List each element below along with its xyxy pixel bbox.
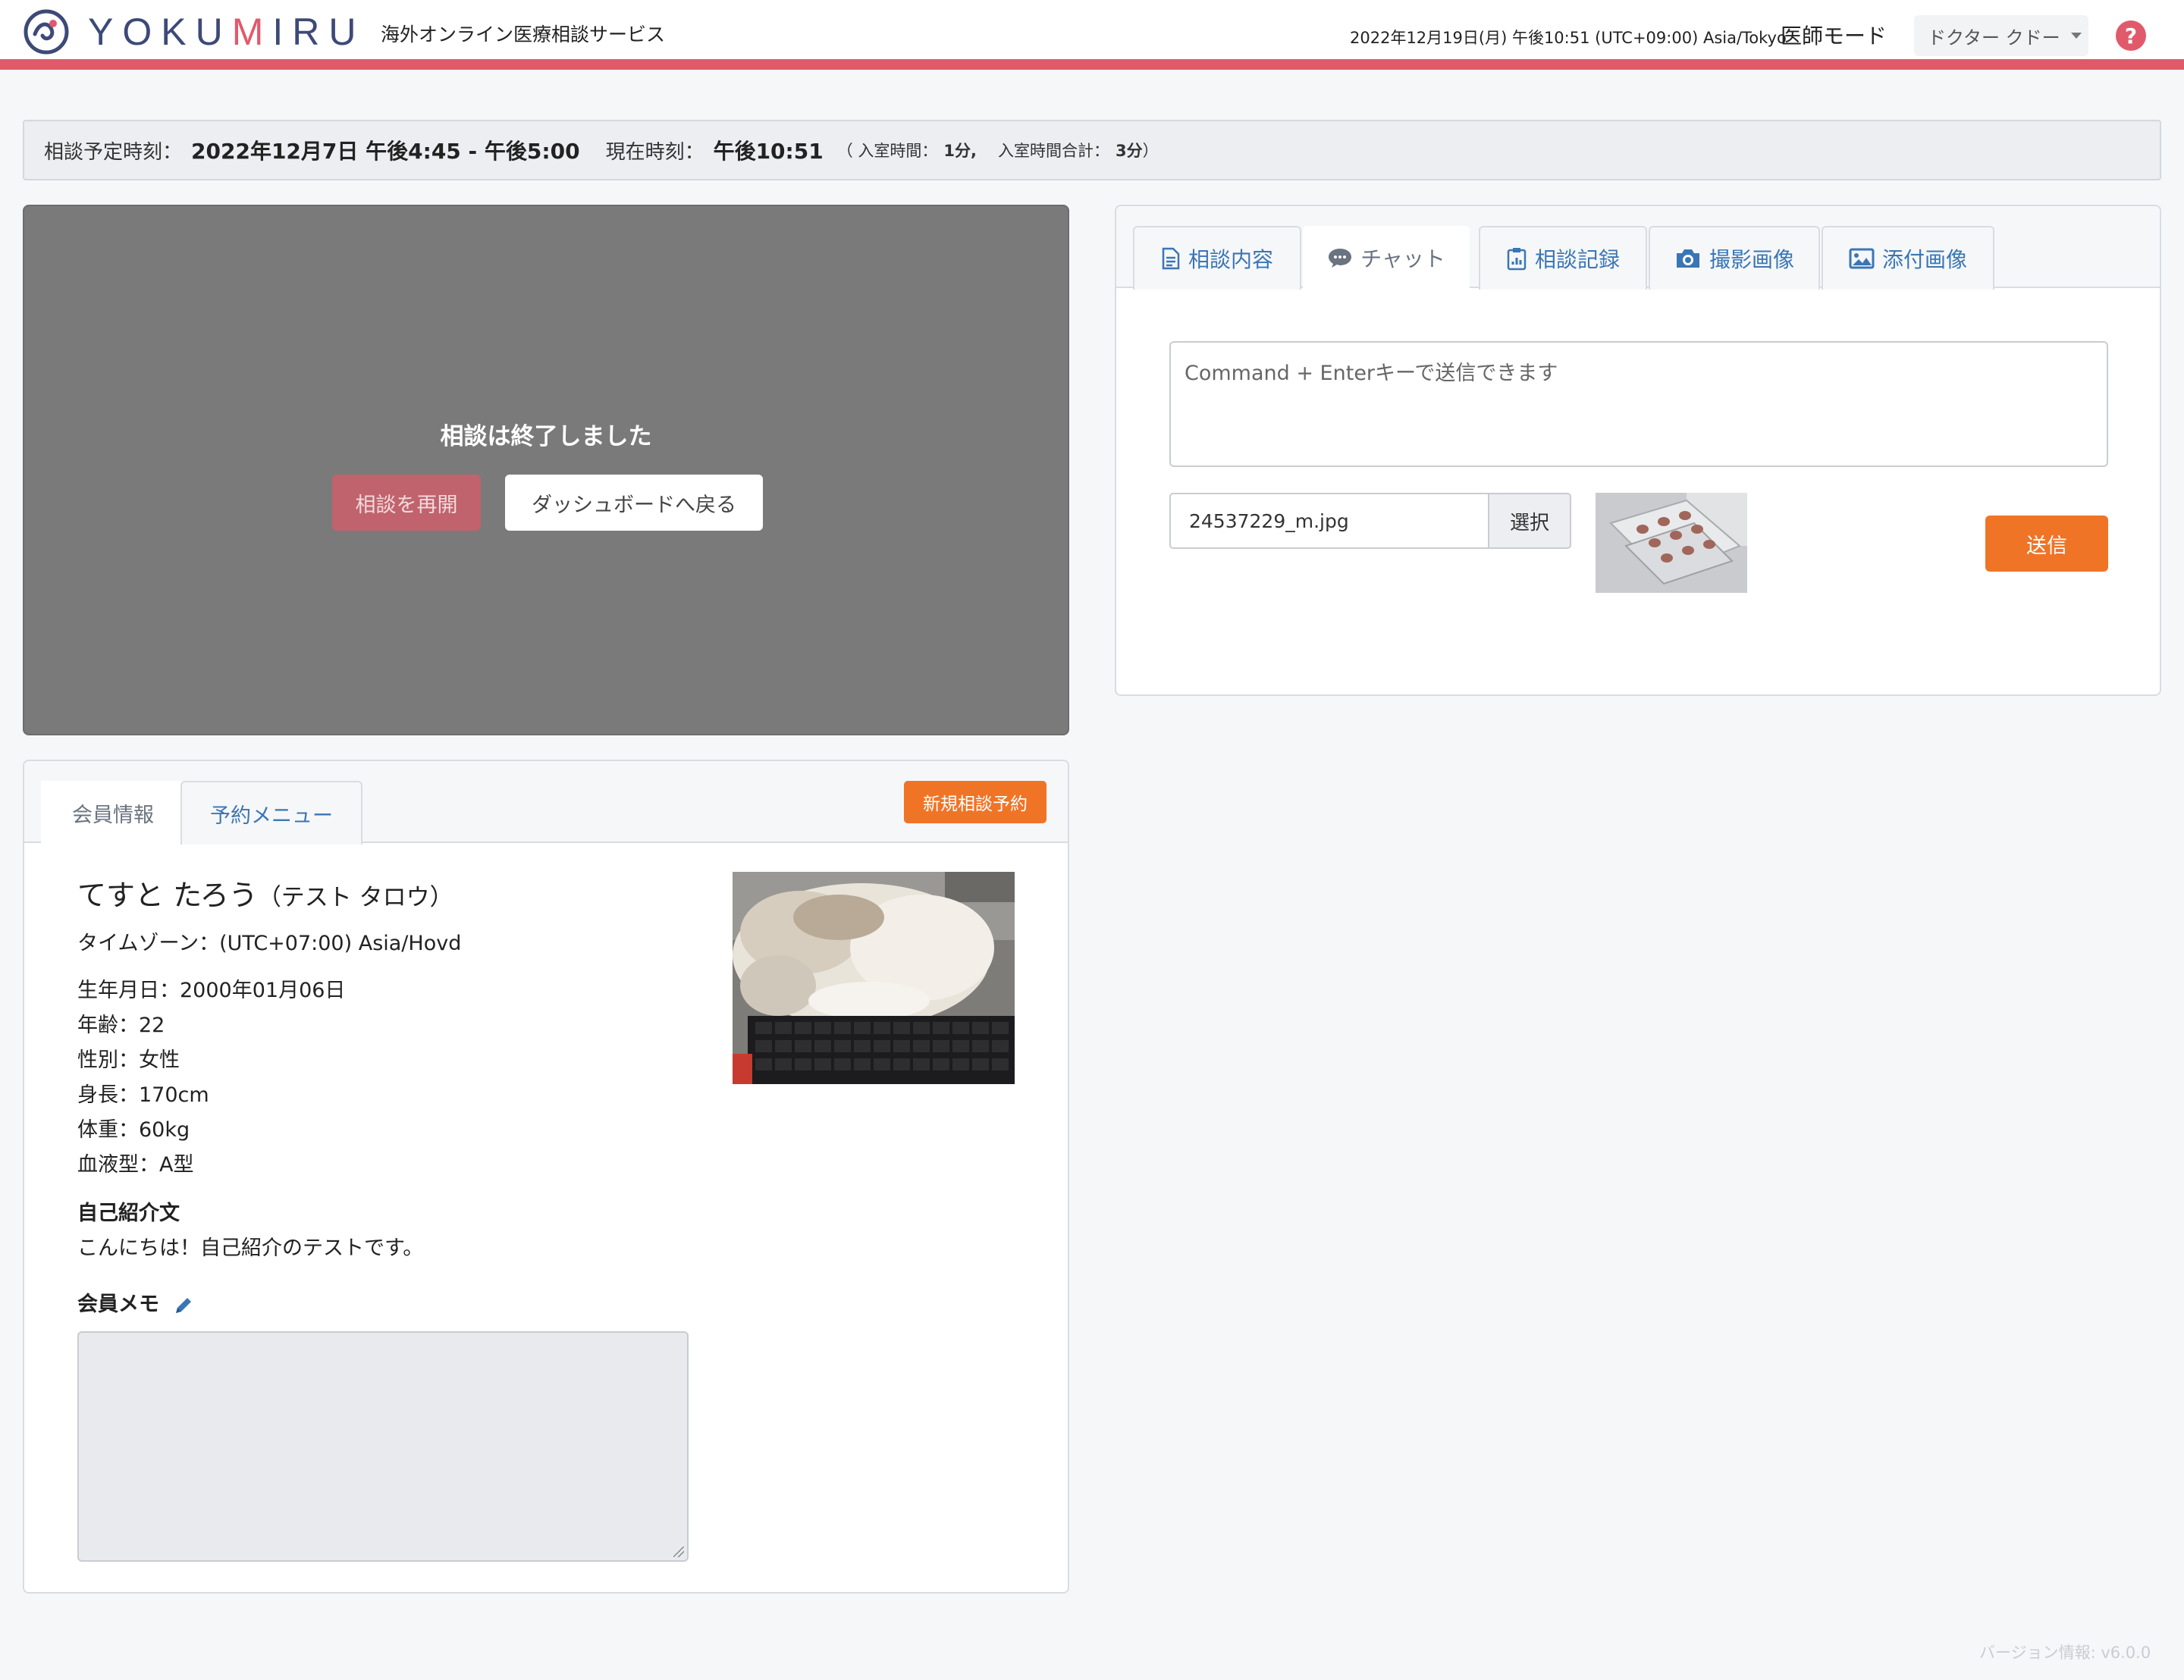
help-icon[interactable]: ? [2116,20,2146,51]
tab-member-info[interactable]: 会員情報 [41,781,185,845]
cat-photo-image [733,872,1015,1084]
close-paren: ） [1142,142,1159,160]
tab-label: チャット [1360,246,1445,271]
file-select-button[interactable]: 選択 [1488,493,1571,549]
tab-consultation-content[interactable]: 相談内容 [1133,226,1301,290]
user-menu-dropdown[interactable]: ドクター クドー [1914,15,2088,56]
logo-mark-icon [24,9,69,55]
member-age: 年齢：22 [77,1014,165,1037]
mode-label: 医師モード [1781,24,1887,49]
member-weight: 体重：60kg [77,1118,190,1142]
member-tabs: 会員情報 予約メニュー 新規相談予約 [24,761,1068,845]
scheduled-time-label: 相談予定時刻： [44,140,183,164]
back-to-dashboard-button[interactable]: ダッシュボードへ戻る [505,475,763,531]
camera-icon [1676,249,1699,268]
current-time-label: 現在時刻： [605,140,704,164]
chat-bubble-icon [1329,249,1352,268]
resume-consultation-button[interactable]: 相談を再開 [332,475,481,531]
new-booking-button[interactable]: 新規相談予約 [904,781,1046,823]
pill-pack-image [1596,493,1747,593]
send-button[interactable]: 送信 [1985,516,2108,572]
consultation-tabs: 相談内容 チャット 相談記録 撮影画像 添付画像 [1116,206,2160,290]
room-total-value: 3分 [1116,142,1143,160]
member-blood-type: 血液型：A型 [77,1153,194,1177]
scheduled-time-value: 2022年12月7日 午後4:45 - 午後5:00 [191,139,580,164]
room-time-value: 1分, [943,142,977,160]
clipboard-icon [1507,248,1527,271]
tab-label: 相談記録 [1534,247,1620,272]
member-memo-textarea[interactable] [77,1331,689,1562]
room-time-label: （ 入室時間： [836,142,938,160]
tab-label: 添付画像 [1881,247,1967,272]
chat-panel: 相談内容 チャット 相談記録 撮影画像 添付画像 Command + Enter… [1115,205,2161,696]
tab-booking-menu[interactable]: 予約メニュー [180,781,362,845]
chat-message-input[interactable]: Command + Enterキーで送信できます [1169,341,2108,467]
member-height: 身長：170cm [77,1083,209,1107]
image-icon [1849,248,1875,269]
consultation-ended-message: 相談は終了しました [440,423,652,450]
member-name-text: てすと たろう [77,879,258,912]
tab-captured-images[interactable]: 撮影画像 [1649,226,1820,290]
version-info: バージョン情報: v6.0.0 [1979,1644,2151,1662]
tab-label: 撮影画像 [1709,247,1794,272]
intro-heading: 自己紹介文 [77,1202,180,1225]
header-datetime: 2022年12月19日(月) 午後10:51 (UTC+09:00) Asia/… [1350,29,1787,47]
caret-down-icon [2070,33,2082,39]
memo-heading: 会員メモ [77,1287,195,1317]
member-info-panel: 会員情報 予約メニュー 新規相談予約 てすと たろう（テスト タロウ） タイムゾ… [23,760,1069,1594]
member-timezone: タイムゾーン：(UTC+07:00) Asia/Hovd [77,932,462,955]
tab-label: 相談内容 [1188,247,1273,272]
member-birthdate: 生年月日：2000年01月06日 [77,979,346,1002]
consultation-status-bar: 相談予定時刻： 2022年12月7日 午後4:45 - 午後5:00 現在時刻：… [23,120,2161,180]
file-name-field[interactable]: 24537229_m.jpg [1169,493,1488,549]
logo-text: YOKUMIRU [88,11,366,53]
app-header: YOKUMIRU 海外オンライン医療相談サービス 2022年12月19日(月) … [0,0,2184,70]
current-time-value: 午後10:51 [713,139,824,164]
intro-text: こんにちは！自己紹介のテストです。 [77,1236,424,1260]
resize-handle-icon[interactable] [673,1547,684,1557]
room-total-label: 入室時間合計： [998,142,1109,160]
member-photo [733,872,1015,1084]
tab-chat[interactable]: チャット [1303,226,1470,290]
attachment-thumbnail[interactable] [1596,493,1747,593]
tab-attached-images[interactable]: 添付画像 [1822,226,1994,290]
video-panel: 相談は終了しました 相談を再開 ダッシュボードへ戻る [23,205,1069,735]
document-icon [1162,247,1180,270]
user-name: ドクター クドー [1928,27,2060,49]
memo-heading-text: 会員メモ [77,1293,159,1316]
member-name: てすと たろう（テスト タロウ） [77,872,453,914]
member-gender: 性別：女性 [77,1048,180,1072]
logo[interactable]: YOKUMIRU [23,9,365,55]
tagline: 海外オンライン医療相談サービス [381,24,666,45]
tab-consultation-record[interactable]: 相談記録 [1479,226,1647,290]
member-name-kana: （テスト タロウ） [257,884,453,911]
pencil-icon[interactable] [172,1294,195,1317]
